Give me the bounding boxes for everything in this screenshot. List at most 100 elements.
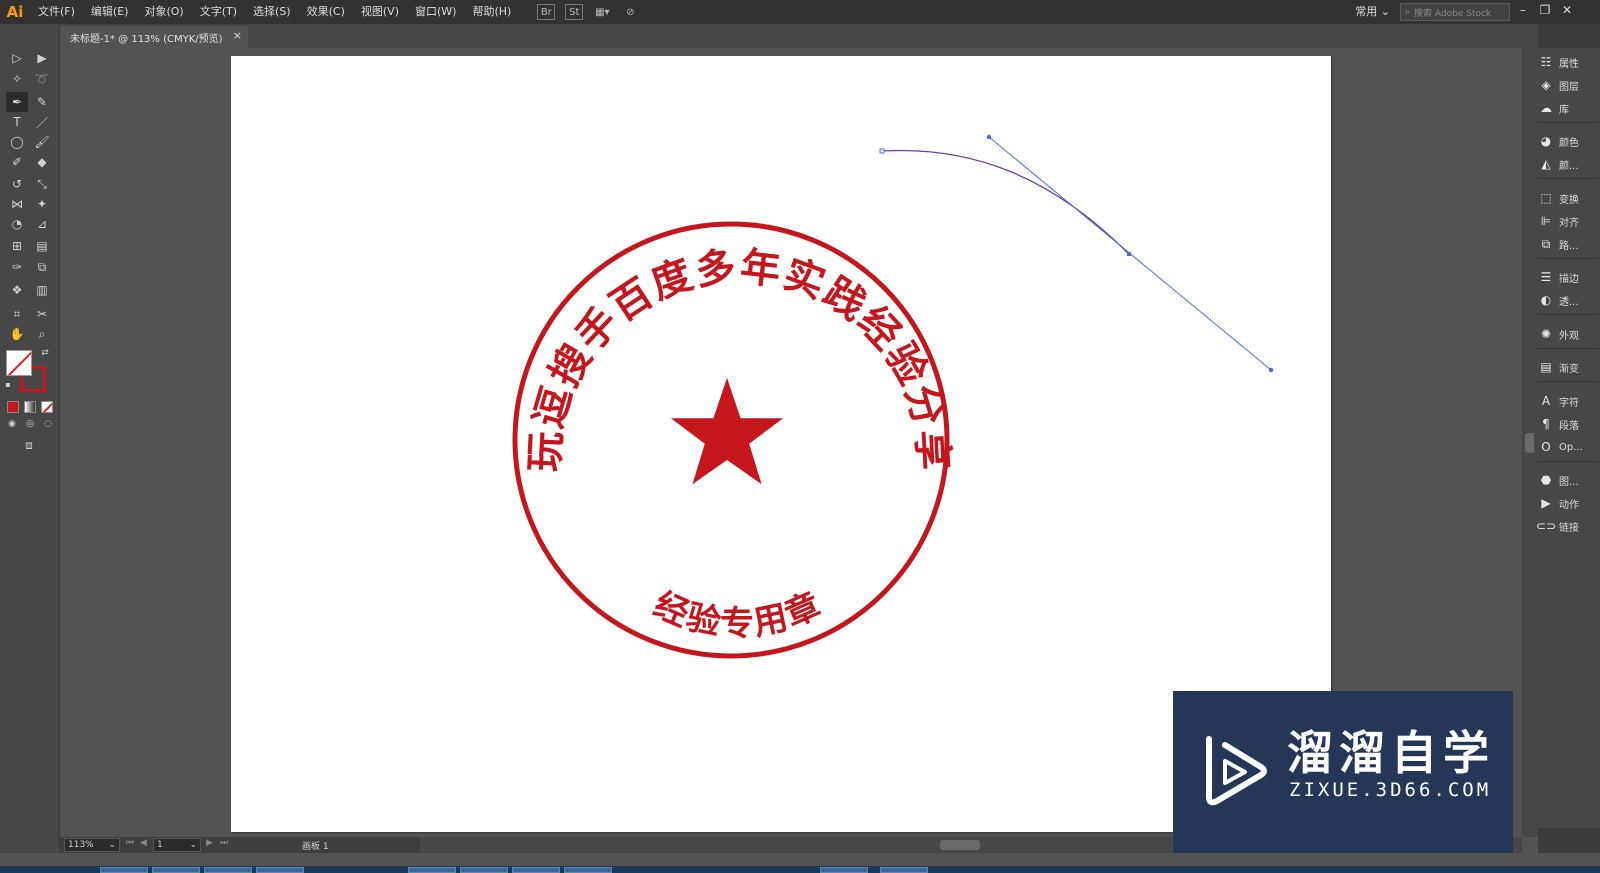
menu-view[interactable]: 视图(V): [353, 0, 407, 24]
eyedropper-tool-icon[interactable]: ✑: [6, 257, 28, 277]
taskbar-button[interactable]: [152, 867, 200, 873]
close-tab-button[interactable]: ×: [233, 29, 242, 42]
hand-tool-icon[interactable]: ✋: [6, 324, 28, 344]
draw-normal-icon[interactable]: ◉: [4, 416, 20, 432]
pen-path[interactable]: [879, 134, 1274, 373]
panel-appearance[interactable]: ✺ 外观: [1538, 324, 1598, 344]
lasso-tool-icon[interactable]: ➰: [31, 69, 53, 89]
draw-inside-icon[interactable]: ◌: [40, 416, 56, 432]
panel-paragraph[interactable]: ¶ 段落: [1538, 414, 1598, 434]
paintbrush-tool-icon[interactable]: 🖌: [31, 132, 53, 152]
gradient-mode-button[interactable]: [24, 401, 36, 413]
panel-graphic-styles[interactable]: ⬣ 图...: [1538, 470, 1598, 490]
mesh-tool-icon[interactable]: ⊞: [6, 236, 28, 256]
handle-point-in[interactable]: [986, 134, 992, 140]
taskbar-button[interactable]: [204, 867, 252, 873]
magic-wand-tool-icon[interactable]: ✧: [6, 69, 28, 89]
artboard[interactable]: 玩逗搜手百度多年实践经验分享 经验专用章: [231, 56, 1331, 832]
workspace-switcher[interactable]: 常用 ⌄: [1355, 0, 1390, 24]
panel-transparency[interactable]: ◐ 透...: [1538, 290, 1598, 310]
panel-gradient[interactable]: ▤ 渐变: [1538, 357, 1598, 377]
eraser-tool-icon[interactable]: ◆: [31, 152, 53, 172]
horizontal-scroll-thumb[interactable]: [940, 840, 980, 850]
bezier-path[interactable]: [881, 149, 1130, 255]
restore-button[interactable]: ❐: [1534, 0, 1556, 20]
column-graph-tool-icon[interactable]: ▥: [31, 280, 53, 300]
document-tab[interactable]: 未标题-1* @ 113% (CMYK/预览) ×: [60, 26, 248, 48]
fill-swatch-none[interactable]: [6, 350, 32, 376]
panel-opentype[interactable]: O Op...: [1538, 437, 1598, 457]
close-window-button[interactable]: ✕: [1556, 0, 1578, 20]
menu-window[interactable]: 窗口(W): [407, 0, 464, 24]
pen-tool-icon[interactable]: ✒: [6, 92, 28, 112]
taskbar-button[interactable]: [820, 867, 868, 873]
panel-character[interactable]: A 字符: [1538, 391, 1598, 411]
selection-tool-icon[interactable]: ▷: [6, 48, 28, 68]
scale-tool-icon[interactable]: ⤡: [31, 174, 53, 194]
rotate-tool-icon[interactable]: ↺: [6, 174, 28, 194]
taskbar-button[interactable]: [256, 867, 304, 873]
anchor-point-current[interactable]: [1127, 252, 1131, 256]
seal[interactable]: 玩逗搜手百度多年实践经验分享 经验专用章: [512, 221, 957, 659]
perspective-grid-tool-icon[interactable]: ⊿: [31, 214, 53, 234]
puppet-warp-tool-icon[interactable]: ✦: [31, 194, 53, 214]
swap-fill-stroke-icon[interactable]: ⇄: [38, 346, 52, 360]
line-tool-icon[interactable]: ／: [31, 112, 53, 132]
artboard-tool-icon[interactable]: ⌗: [6, 304, 28, 324]
screen-mode-icon[interactable]: ⧈: [18, 436, 40, 454]
type-tool-icon[interactable]: T: [6, 112, 28, 132]
taskbar-button[interactable]: [100, 867, 148, 873]
taskbar-button[interactable]: [564, 867, 612, 873]
anchor-point-start[interactable]: [879, 148, 885, 154]
bridge-icon[interactable]: Br: [537, 4, 556, 20]
curvature-tool-icon[interactable]: ✎: [31, 92, 53, 112]
stock-search-input[interactable]: ⌕ 搜索 Adobe Stock: [1400, 3, 1510, 21]
seal-star[interactable]: [670, 378, 784, 485]
next-artboard-icon[interactable]: ▶: [206, 838, 213, 848]
previous-artboard-icon[interactable]: ◀: [140, 838, 147, 848]
shaper-tool-icon[interactable]: ✐: [6, 152, 28, 172]
taskbar-button[interactable]: [880, 867, 928, 873]
seal-bottom-text[interactable]: 经验专用章: [648, 585, 828, 644]
panel-layers[interactable]: ◈ 图层: [1538, 75, 1598, 95]
slice-tool-icon[interactable]: ✂: [31, 304, 53, 324]
menu-edit[interactable]: 编辑(E): [83, 0, 137, 24]
width-tool-icon[interactable]: ⋈: [6, 194, 28, 214]
taskbar-button[interactable]: [512, 867, 560, 873]
panel-libraries[interactable]: ☁ 库: [1538, 98, 1598, 118]
taskbar-button[interactable]: [460, 867, 508, 873]
stock-icon[interactable]: St: [565, 4, 584, 20]
menu-object[interactable]: 对象(O): [136, 0, 191, 24]
gpu-performance-icon[interactable]: ⊘: [621, 4, 639, 20]
direct-selection-tool-icon[interactable]: ▶: [31, 48, 53, 68]
panel-stroke[interactable]: ☰ 描边: [1538, 267, 1598, 287]
panel-align[interactable]: ⊫ 对齐: [1538, 211, 1598, 231]
panel-color[interactable]: ◕ 颜色: [1538, 131, 1598, 151]
default-fill-stroke-icon[interactable]: ▪: [2, 378, 14, 390]
zoom-level-field[interactable]: 113% ⌄: [64, 838, 120, 852]
panel-pathfinder[interactable]: ⧉ 路...: [1538, 234, 1598, 254]
gradient-tool-icon[interactable]: ▤: [31, 236, 53, 256]
ellipse-tool-icon[interactable]: ◯: [6, 132, 28, 152]
first-artboard-icon[interactable]: ⏮: [126, 838, 134, 848]
symbol-sprayer-tool-icon[interactable]: ❖: [6, 280, 28, 300]
last-artboard-icon[interactable]: ⏭: [220, 838, 228, 848]
zoom-tool-icon[interactable]: ⌕: [31, 324, 53, 344]
menu-effect[interactable]: 效果(C): [299, 0, 353, 24]
color-mode-button[interactable]: [7, 401, 19, 413]
taskbar-button[interactable]: [408, 867, 456, 873]
arrange-documents-icon[interactable]: ▦▾: [593, 4, 611, 20]
menu-file[interactable]: 文件(F): [30, 0, 83, 24]
panel-color-guide[interactable]: ◭ 颜...: [1538, 154, 1598, 174]
shape-builder-tool-icon[interactable]: ◔: [6, 214, 28, 234]
blend-tool-icon[interactable]: ⧉: [31, 257, 53, 277]
menu-select[interactable]: 选择(S): [245, 0, 299, 24]
minimize-button[interactable]: –: [1512, 0, 1534, 20]
draw-behind-icon[interactable]: ◎: [22, 416, 38, 432]
menu-help[interactable]: 帮助(H): [464, 0, 519, 24]
panel-properties[interactable]: ☷ 属性: [1538, 52, 1598, 72]
handle-point-out[interactable]: [1268, 367, 1274, 373]
artboard-number-field[interactable]: 1 ⌄: [153, 838, 201, 852]
panel-actions[interactable]: ▶ 动作: [1538, 493, 1598, 513]
none-mode-button[interactable]: [41, 401, 53, 413]
